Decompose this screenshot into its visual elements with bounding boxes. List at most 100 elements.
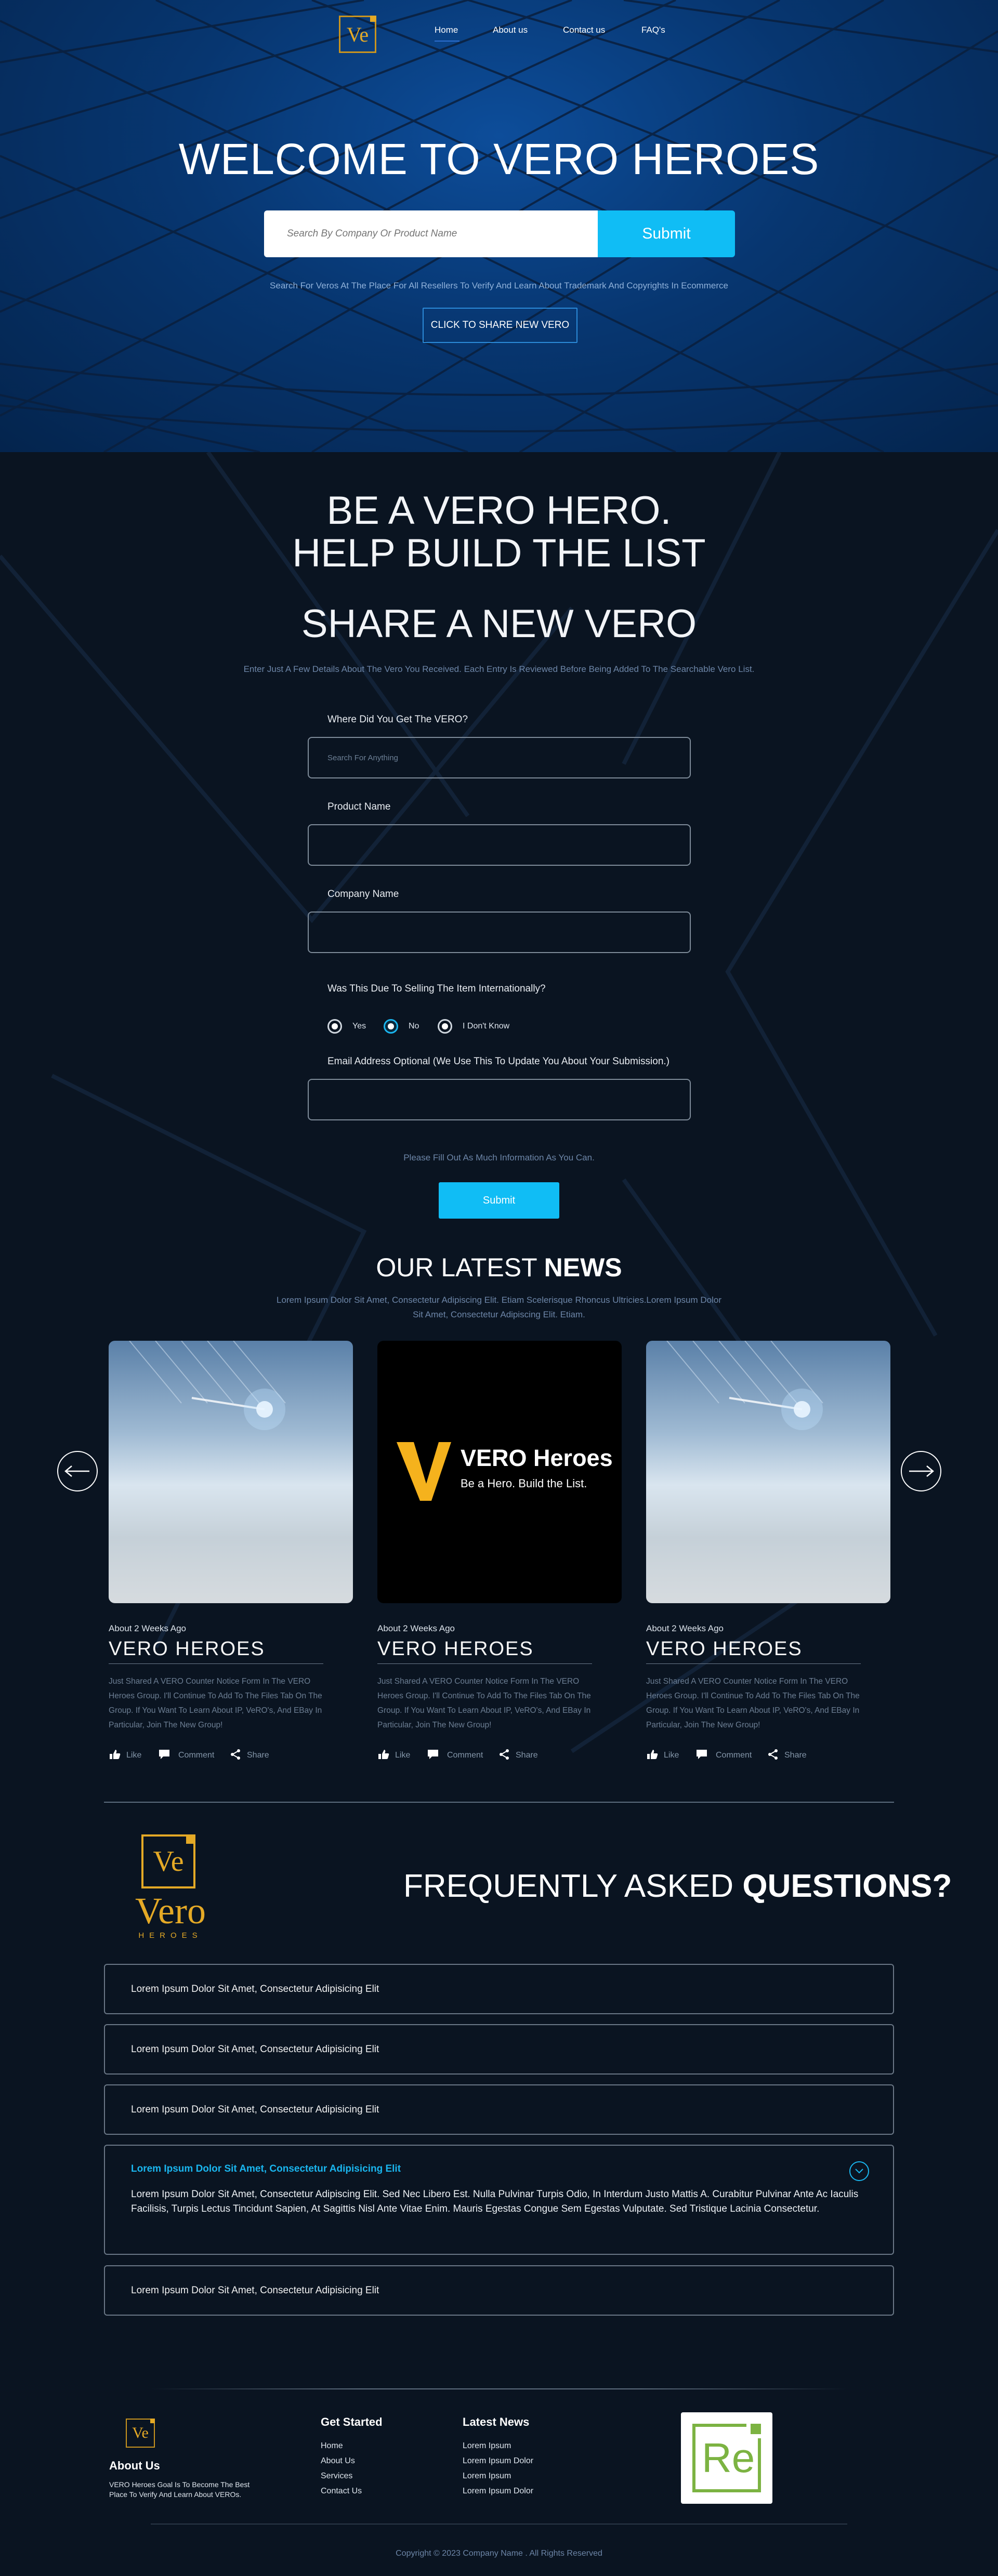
card-logo-tagline: Be a Hero. Build the List. [461,1477,587,1490]
faq-question-active: Lorem Ipsum Dolor Sit Amet, Consectetur … [131,2163,401,2174]
footer-news-link-1[interactable]: Lorem Ipsum [463,2441,511,2451]
faq-question: Lorem Ipsum Dolor Sit Amet, Consectetur … [131,1984,379,1994]
card-divider [646,1663,861,1664]
like-button[interactable]: Like [646,1749,679,1762]
faq-heading-bold: QUESTIONS? [742,1868,952,1904]
faq-logo-mark: Ve [141,1834,195,1888]
footer-link-services[interactable]: Services [321,2472,352,2481]
form-heading-line2: HELP BUILD THE LIST [292,531,706,575]
card-date: About 2 Weeks Ago [377,1623,455,1633]
comment-button[interactable]: Comment [696,1749,752,1762]
comment-icon [428,1750,438,1759]
nav-about[interactable]: About us [493,25,528,35]
search-input[interactable] [264,210,598,257]
share-button[interactable]: Share [230,1749,269,1762]
faq-question: Lorem Ipsum Dolor Sit Amet, Consectetur … [131,2044,379,2055]
company-field[interactable] [308,911,691,953]
footer-news-link-4[interactable]: Lorem Ipsum Dolor [463,2487,533,2496]
footer-link-about[interactable]: About Us [321,2456,355,2466]
like-label: Like [395,1751,411,1760]
radio-dont-know-label: I Don't Know [463,1022,510,1031]
vero-v-logo-icon [397,1442,451,1501]
news-card-image-1[interactable] [109,1341,353,1603]
share-label: Share [784,1751,807,1760]
radio-dont-know[interactable]: I Don't Know [438,1019,509,1034]
faq-item-4-expanded[interactable]: Lorem Ipsum Dolor Sit Amet, Consectetur … [104,2145,894,2255]
footer-news-link-2[interactable]: Lorem Ipsum Dolor [463,2456,533,2466]
company-label: Company Name [327,889,399,900]
partner-logo-square [751,2424,761,2434]
radio-no[interactable]: No [384,1019,419,1034]
email-field[interactable] [308,1079,691,1120]
form-submit-button[interactable]: Submit [439,1182,559,1219]
thumbs-up-icon [647,1750,658,1759]
site-logo[interactable]: Ve [339,16,376,53]
share-icon [231,1749,240,1760]
carousel-prev-arrow[interactable] [57,1451,98,1491]
partner-logo-text: Re [702,2435,755,2481]
card-title[interactable]: VERO HEROES [377,1638,534,1660]
radio-dont-know-circle[interactable] [438,1019,452,1034]
faq-logo-word: Vero [135,1890,206,1932]
comment-label: Comment [716,1751,752,1760]
share-button[interactable]: Share [499,1749,538,1762]
card-title[interactable]: VERO HEROES [109,1638,265,1660]
footer-link-home[interactable]: Home [321,2441,343,2451]
nav-faq[interactable]: FAQ's [641,25,665,35]
footer-logo-corner [150,2419,155,2423]
card-date: About 2 Weeks Ago [646,1623,724,1633]
faq-question: Lorem Ipsum Dolor Sit Amet, Consectetur … [131,2104,379,2115]
faq-item-3[interactable]: Lorem Ipsum Dolor Sit Amet, Consectetur … [104,2084,894,2135]
footer-get-started-heading: Get Started [321,2415,383,2428]
nav-contact[interactable]: Contact us [563,25,605,35]
radio-yes-circle[interactable] [327,1019,342,1034]
card-logo-text: VERO Heroes [461,1445,613,1471]
section-background-lines [0,452,998,1753]
search-submit-button[interactable]: Submit [598,210,735,257]
like-label: Like [126,1751,142,1760]
footer-logo[interactable]: Ve [126,2419,155,2448]
where-field[interactable]: Search For Anything [308,737,691,778]
comment-button[interactable]: Comment [427,1749,483,1762]
card-text: Just Shared A VERO Counter Notice Form I… [646,1677,860,1729]
thumbs-up-icon [378,1750,389,1759]
meteor-sky-image [666,1341,823,1430]
partner-logo[interactable]: Re [681,2412,772,2504]
comment-button[interactable]: Comment [159,1749,214,1762]
form-heading-share: SHARE A NEW VERO [301,602,697,646]
like-button[interactable]: Like [377,1749,410,1762]
carousel-next-arrow[interactable] [901,1451,941,1491]
faq-logo-corner [186,1834,195,1844]
like-button[interactable]: Like [109,1749,141,1762]
news-card-image-2[interactable]: VERO Heroes Be a Hero. Build the List. [377,1341,622,1603]
faq-toggle[interactable] [849,2161,869,2181]
card-title[interactable]: VERO HEROES [646,1638,803,1660]
card-text: Just Shared A VERO Counter Notice Form I… [109,1677,322,1729]
arrow-right-icon [909,1465,934,1477]
share-new-vero-button[interactable]: CLICK TO SHARE NEW VERO [423,308,577,343]
radio-yes-label: Yes [352,1022,366,1031]
faq-heading: FREQUENTLY ASKED QUESTIONS? [403,1868,952,1905]
faq-item-2[interactable]: Lorem Ipsum Dolor Sit Amet, Consectetur … [104,2024,894,2075]
share-label: Share [247,1751,269,1760]
radio-yes[interactable]: Yes [327,1019,366,1034]
faq-answer: Lorem Ipsum Dolor Sit Amet, Consectetur … [131,2189,859,2214]
logo-corner-square [370,16,376,22]
footer-news-heading: Latest News [463,2415,530,2428]
faq-logo-mark-text: Ve [153,1845,184,1878]
news-card-image-3[interactable] [646,1341,890,1603]
faq-item-5[interactable]: Lorem Ipsum Dolor Sit Amet, Consectetur … [104,2265,894,2316]
footer-link-contact[interactable]: Contact Us [321,2487,362,2496]
where-placeholder: Search For Anything [327,754,398,762]
faq-item-1[interactable]: Lorem Ipsum Dolor Sit Amet, Consectetur … [104,1964,894,2014]
product-field[interactable] [308,824,691,866]
section-divider [104,1802,894,1803]
where-label: Where Did You Get The VERO? [327,714,468,725]
nav-active-underline [435,41,459,42]
nav-home[interactable]: Home [435,25,458,35]
share-button[interactable]: Share [768,1749,807,1762]
comment-icon [697,1750,707,1759]
radio-no-circle[interactable] [384,1019,398,1034]
international-label: Was This Due To Selling The Item Interna… [327,983,546,994]
footer-news-link-3[interactable]: Lorem Ipsum [463,2472,511,2481]
